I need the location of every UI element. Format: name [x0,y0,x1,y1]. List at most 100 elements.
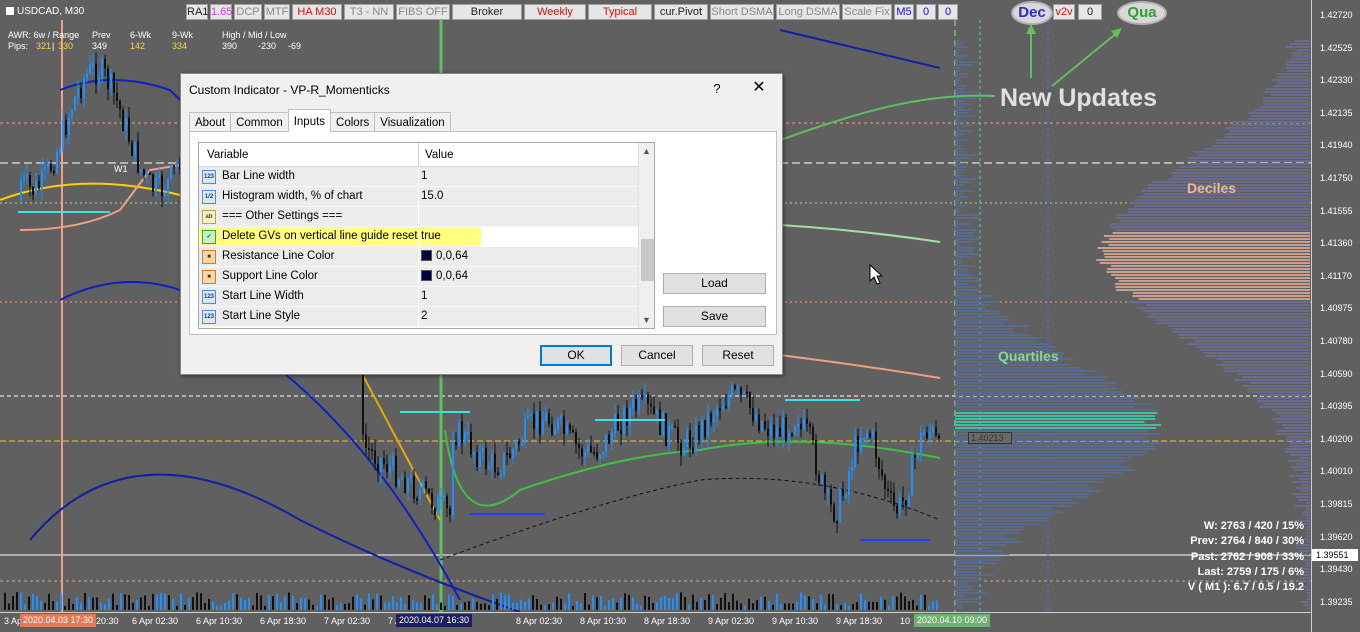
volume-bar [8,603,10,610]
toolbar-button-1[interactable]: 1.65 [210,4,232,20]
input-value[interactable]: 1 [421,170,427,182]
dec-button[interactable]: Dec [1011,1,1053,25]
toolbar-button-2[interactable]: DCP [234,4,262,20]
ok-button[interactable]: OK [540,345,612,366]
toolbar-button-5[interactable]: T3 - NN [344,4,394,20]
volume-bar [724,593,726,610]
volume-bar [364,604,366,610]
volume-profile-bar [1285,448,1310,450]
volume-profile-bar [955,385,1111,387]
toolbar-button-13[interactable]: Scale Fix [842,4,892,20]
qua-button[interactable]: Qua [1117,1,1167,25]
summary-past: Past: 2762 / 908 / 33% [1190,551,1304,563]
candle-body [371,449,373,452]
save-button[interactable]: Save [663,306,766,327]
volume-bar [556,596,558,610]
volume-bar [328,599,330,610]
input-row[interactable]: ■ Resistance Line Color 0,0,64 [199,247,639,267]
v2v-button[interactable]: v2v [1053,4,1075,20]
toolbar-button-10[interactable]: cur.Pivot [654,4,708,20]
volume-profile-bar [955,115,976,117]
toolbar-button-8[interactable]: Weekly [524,4,586,20]
toolbar-button-6[interactable]: FIBS OFF [396,4,450,20]
candle-body [878,458,880,470]
input-value[interactable]: 2 [421,310,427,322]
volume-bar [304,598,306,610]
volume-bar [704,600,706,610]
volume-bar [420,603,422,610]
tab-visualization[interactable]: Visualization [374,112,451,132]
toolbar-button-4[interactable]: HA M30 [292,4,342,20]
input-value[interactable]: 0,0,64 [421,250,468,262]
tab-colors[interactable]: Colors [330,112,376,132]
tab-about[interactable]: About [189,112,232,132]
volume-profile-bar [955,223,972,225]
candle-body [695,425,697,452]
volume-profile-bar [955,49,963,51]
input-value[interactable]: true [421,230,441,242]
toolbar-button-14[interactable]: M5 [894,4,914,20]
volume-profile-bar [1305,565,1310,567]
input-row[interactable]: 1/2 Histogram width, % of chart 15.0 [199,187,639,207]
input-row[interactable]: 123 Start Line Style 2 [199,307,639,327]
scroll-down-icon[interactable]: ▼ [642,315,651,325]
grid-scrollbar[interactable]: ▲ ▼ [638,143,654,328]
toolbar-button-11[interactable]: Short DSMA [710,4,774,20]
candle-body [632,399,634,409]
toolbar-button-3[interactable]: MTF [264,4,290,20]
tab-inputs[interactable]: Inputs [287,109,332,132]
volume-profile-bar [1293,493,1310,495]
volume-bar [536,598,538,610]
candle-body [812,426,814,441]
toolbar-button-9[interactable]: Typical [588,4,652,20]
input-value[interactable]: 0,0,64 [421,270,468,282]
scroll-thumb[interactable] [641,239,654,281]
inputs-grid[interactable]: Variable Value 123 Bar Line width 1 1/2 Hist… [198,142,655,329]
volume-bar [180,593,182,610]
volume-bar [484,603,486,610]
input-value[interactable]: 1 [421,290,427,302]
tab-common[interactable]: Common [230,112,289,132]
cancel-button[interactable]: Cancel [621,345,693,366]
input-row[interactable]: 123 Start Line Width 1 [199,287,639,307]
volume-bar [640,605,642,610]
volume-bar [852,603,854,610]
help-button[interactable]: ? [711,81,723,97]
price-tick-label: 1.41750 [1320,173,1353,183]
volume-profile-bar [1204,148,1310,150]
volume-profile-bar [1301,514,1310,516]
toolbar-button-0[interactable]: RA1 [186,4,208,20]
scroll-up-icon[interactable]: ▲ [642,146,651,156]
volume-bar [860,592,862,610]
toolbar-button-7[interactable]: Broker [452,4,522,20]
volume-profile-bar [1295,547,1310,549]
volume-profile-bar [955,457,1131,459]
zero-button[interactable]: 0 [1078,4,1102,20]
volume-profile-bar [1289,475,1310,477]
volume-bar [136,600,138,610]
volume-profile-bar [1179,166,1310,168]
reset-button[interactable]: Reset [702,345,774,366]
volume-bar [292,595,294,610]
volume-profile-bar [955,163,968,165]
input-row[interactable]: ✓ Delete GVs on vertical line guide reset… [199,227,481,247]
candle-body [86,73,88,80]
volume-profile-bar [955,226,959,228]
input-row[interactable]: ab === Other Settings === [199,207,639,227]
candle-body [716,408,718,417]
close-icon[interactable]: ✕ [751,80,767,96]
candle-body [80,88,82,99]
input-value[interactable]: 15.0 [421,190,443,202]
load-button[interactable]: Load [663,273,766,294]
toolbar-button-16[interactable]: 0 [938,4,958,20]
input-row[interactable]: ■ Support Line Color 0,0,64 [199,267,639,287]
stats-low: -69 [288,41,302,51]
input-row[interactable]: 123 Bar Line width 1 [199,167,639,187]
volume-profile-bar [1303,538,1310,540]
toolbar-button-15[interactable]: 0 [916,4,936,20]
candle-body [434,508,436,516]
candle-body [734,385,736,389]
volume-profile-bar [1196,154,1310,156]
candle-body [503,453,505,475]
toolbar-button-12[interactable]: Long DSMA [776,4,840,20]
